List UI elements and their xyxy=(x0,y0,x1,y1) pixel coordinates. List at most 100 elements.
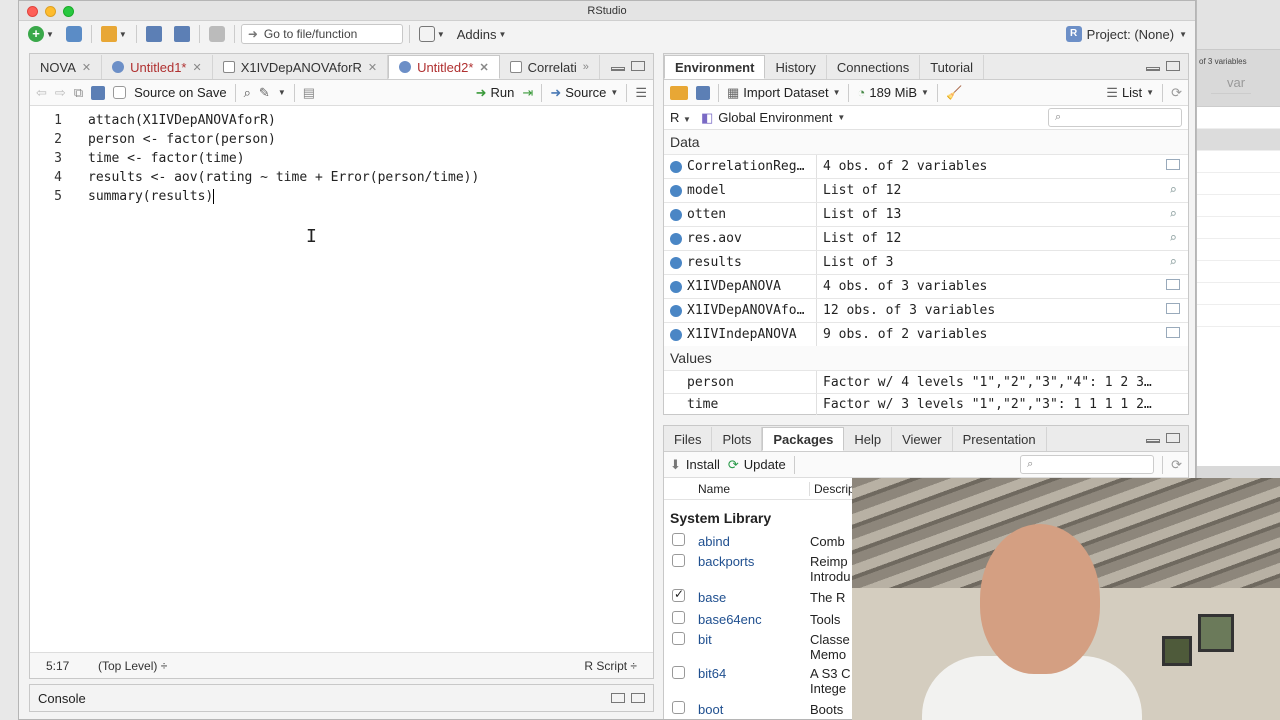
close-tab-icon[interactable]: ✕ xyxy=(368,61,377,74)
package-load-checkbox[interactable] xyxy=(672,611,685,624)
expand-icon[interactable] xyxy=(670,256,682,269)
project-menu[interactable]: R Project: (None) ▼ xyxy=(1065,23,1187,45)
table-view-icon[interactable] xyxy=(1166,327,1180,338)
source-on-save-checkbox[interactable] xyxy=(113,86,127,99)
file-type-selector[interactable]: R Script ÷ xyxy=(584,659,637,673)
tab-history[interactable]: History xyxy=(765,55,827,79)
new-project-button[interactable] xyxy=(63,23,85,45)
environment-data-row[interactable]: results List of 3 ⌕ xyxy=(664,250,1188,274)
console-pane[interactable]: Console xyxy=(29,684,654,712)
tab-presentation[interactable]: Presentation xyxy=(953,427,1047,451)
show-in-window-icon[interactable]: ⧉ xyxy=(74,85,83,101)
list-view-button[interactable]: ☰ List ▼ xyxy=(1106,85,1154,101)
column-name[interactable]: Name xyxy=(698,481,810,496)
scope-selector[interactable]: (Top Level) ÷ xyxy=(98,659,584,673)
environment-data-row[interactable]: otten List of 13 ⌕ xyxy=(664,202,1188,226)
tab-tutorial[interactable]: Tutorial xyxy=(920,55,985,79)
close-window-button[interactable] xyxy=(27,6,38,17)
minimize-window-button[interactable] xyxy=(45,6,56,17)
maximize-pane-icon[interactable] xyxy=(631,693,645,703)
minimize-pane-icon[interactable] xyxy=(1146,67,1160,71)
tab-plots[interactable]: Plots xyxy=(712,427,763,451)
table-view-icon[interactable] xyxy=(1166,159,1180,170)
refresh-icon[interactable]: ⟳ xyxy=(1171,457,1182,473)
environment-value-row[interactable]: person Factor w/ 4 levels "1","2","3","4"… xyxy=(664,370,1188,393)
package-load-checkbox[interactable] xyxy=(672,533,685,546)
load-workspace-icon[interactable] xyxy=(670,85,688,100)
zoom-window-button[interactable] xyxy=(63,6,74,17)
addins-button[interactable]: Addins ▼ xyxy=(454,23,510,45)
find-icon[interactable]: ⌕ xyxy=(244,85,251,101)
expand-icon[interactable] xyxy=(670,280,682,293)
close-tab-icon[interactable]: ✕ xyxy=(192,61,201,74)
environment-data-row[interactable]: X1IVDepANOVA 4 obs. of 3 variables xyxy=(664,274,1188,298)
tab-files[interactable]: Files xyxy=(664,427,713,451)
print-button[interactable] xyxy=(206,23,228,45)
source-tab-3[interactable]: Untitled2* ✕ xyxy=(388,55,500,79)
back-icon[interactable]: ⇦ xyxy=(36,85,47,101)
global-environment-selector[interactable]: ◧ Global Environment ▼ xyxy=(701,110,845,126)
close-tab-icon[interactable]: ✕ xyxy=(82,61,91,74)
package-load-checkbox[interactable] xyxy=(672,587,685,602)
environment-data-row[interactable]: res.aov List of 12 ⌕ xyxy=(664,226,1188,250)
update-button[interactable]: ⟳ Update xyxy=(728,457,786,473)
save-all-button[interactable] xyxy=(171,23,193,45)
language-selector[interactable]: R ▼ xyxy=(670,110,691,125)
table-view-icon[interactable] xyxy=(1166,279,1180,290)
import-dataset-button[interactable]: ▦ Import Dataset ▼ xyxy=(727,85,840,101)
magnifier-icon[interactable]: ⌕ xyxy=(1169,207,1177,222)
save-icon[interactable] xyxy=(91,85,106,100)
package-load-checkbox[interactable] xyxy=(672,632,685,645)
expand-icon[interactable] xyxy=(670,304,682,317)
open-file-button[interactable]: ▼ xyxy=(98,23,130,45)
magnifier-icon[interactable]: ⌕ xyxy=(1169,255,1177,270)
column-description[interactable]: Descrip xyxy=(810,482,855,496)
tab-environment[interactable]: Environment xyxy=(664,55,766,79)
package-load-checkbox[interactable] xyxy=(672,666,685,679)
broom-icon[interactable]: 🧹 xyxy=(946,85,962,101)
refresh-icon[interactable]: ⟳ xyxy=(1171,85,1182,101)
tab-packages[interactable]: Packages xyxy=(762,427,845,451)
maximize-pane-icon[interactable] xyxy=(1166,61,1180,71)
goto-file-function-input[interactable]: ➜ Go to file/function xyxy=(240,24,403,44)
tab-connections[interactable]: Connections xyxy=(827,55,921,79)
close-tab-icon[interactable]: ✕ xyxy=(479,61,488,74)
minimize-pane-icon[interactable] xyxy=(1146,439,1160,443)
source-tab-1[interactable]: Untitled1* ✕ xyxy=(102,55,213,79)
environment-search-input[interactable]: ⌕ xyxy=(1048,108,1182,127)
environment-data-row[interactable]: X1IVDepANOVAfo… 12 obs. of 3 variables xyxy=(664,298,1188,322)
rerun-icon[interactable]: ⇥ xyxy=(522,85,533,101)
magnifier-icon[interactable]: ⌕ xyxy=(1169,183,1177,198)
environment-value-row[interactable]: time Factor w/ 3 levels "1","2","3": 1 1 … xyxy=(664,393,1188,415)
compile-report-icon[interactable]: ▤ xyxy=(303,85,315,101)
source-tab-0[interactable]: NOVA ✕ xyxy=(30,55,103,79)
outline-icon[interactable]: ☰ xyxy=(635,85,647,101)
code-editor[interactable]: 1 attach(X1IVDepANOVAforR) 2 person <- fac… xyxy=(30,106,653,652)
expand-icon[interactable] xyxy=(670,328,682,341)
tab-help[interactable]: Help xyxy=(844,427,893,451)
expand-icon[interactable] xyxy=(670,208,682,221)
expand-icon[interactable] xyxy=(670,232,682,245)
table-view-icon[interactable] xyxy=(1166,303,1180,314)
expand-icon[interactable] xyxy=(670,160,682,173)
run-button[interactable]: ➜ Run xyxy=(476,85,515,101)
workspace-panes-button[interactable]: ▼ xyxy=(416,23,448,45)
environment-data-row[interactable]: X1IVIndepANOVA 9 obs. of 2 variables xyxy=(664,322,1188,346)
expand-icon[interactable] xyxy=(670,184,682,197)
source-button[interactable]: ➜ Source ▼ xyxy=(550,85,618,101)
source-tab-2[interactable]: X1IVDepANOVAforR ✕ xyxy=(213,55,389,79)
magnifier-icon[interactable]: ⌕ xyxy=(1169,231,1177,246)
source-tab-4[interactable]: Correlati» xyxy=(500,55,600,79)
save-button[interactable] xyxy=(143,23,165,45)
code-tools-icon[interactable]: ✎ xyxy=(259,85,270,101)
minimize-pane-icon[interactable] xyxy=(611,67,625,71)
more-tabs-icon[interactable]: » xyxy=(583,61,589,73)
restore-pane-icon[interactable] xyxy=(611,693,625,703)
save-workspace-icon[interactable] xyxy=(696,85,710,100)
environment-data-row[interactable]: CorrelationReg… 4 obs. of 2 variables xyxy=(664,154,1188,178)
package-load-checkbox[interactable] xyxy=(672,554,685,567)
new-file-button[interactable]: + ▼ xyxy=(25,23,57,45)
maximize-pane-icon[interactable] xyxy=(1166,433,1180,443)
environment-data-row[interactable]: model List of 12 ⌕ xyxy=(664,178,1188,202)
tab-viewer[interactable]: Viewer xyxy=(892,427,953,451)
